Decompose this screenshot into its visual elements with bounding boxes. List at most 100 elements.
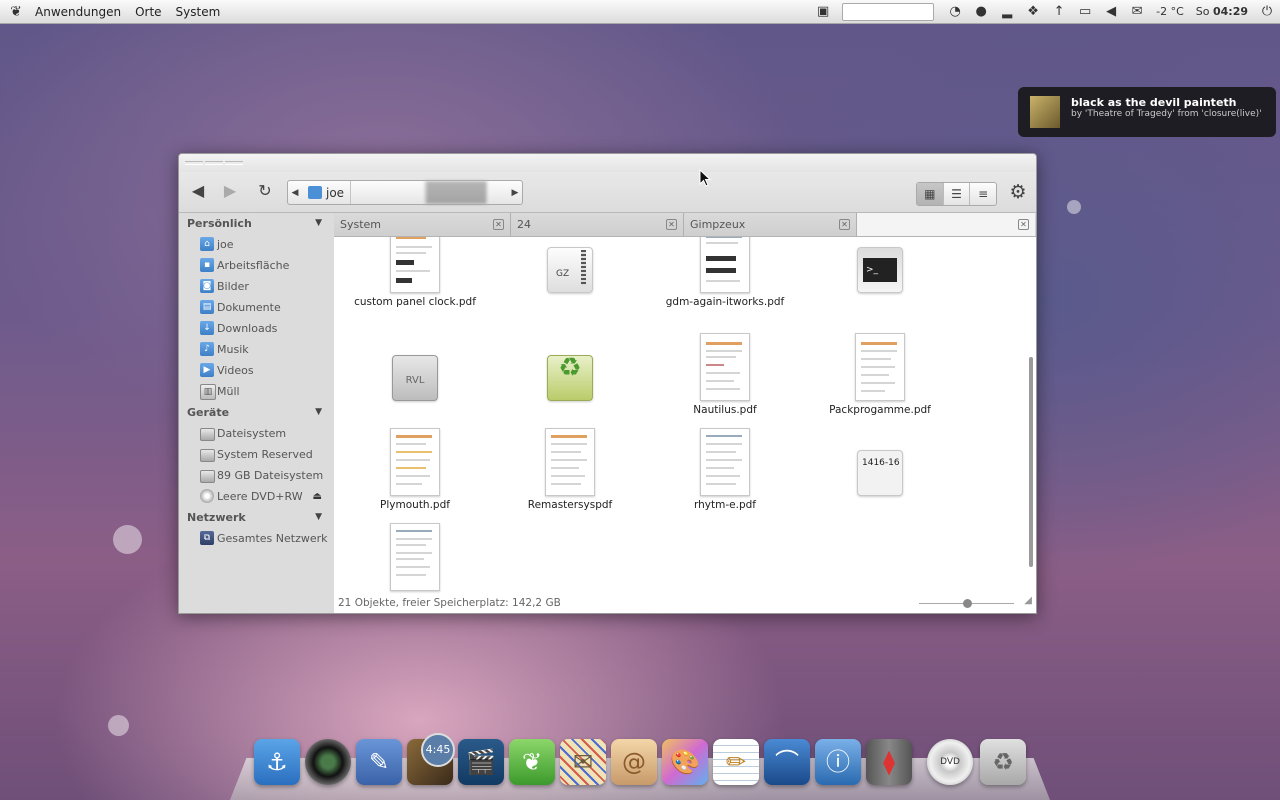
file-item[interactable]: ♻ <box>505 355 635 404</box>
sidebar-item-desktop[interactable]: ▪ Arbeitsfläche <box>179 255 334 276</box>
compact-view-button[interactable]: ≡ <box>970 183 996 205</box>
window-titlebar[interactable] <box>179 154 1036 172</box>
collapse-triangle-icon[interactable]: ▼ <box>315 402 322 423</box>
info-icon[interactable]: ⓘ <box>815 739 861 785</box>
photo-clock-icon[interactable]: 4:45 <box>407 733 455 785</box>
mail-icon[interactable]: ✉ <box>560 739 606 785</box>
clapper-icon[interactable]: 🎬 <box>458 739 504 785</box>
sidebar-section-personal[interactable]: Persönlich ▼ <box>179 213 334 234</box>
file-item[interactable]: RVL <box>350 355 480 404</box>
tab-gimpzeux[interactable]: Gimpzeux ✕ <box>684 213 857 236</box>
menu-applications[interactable]: Anwendungen <box>28 5 128 19</box>
sidebar-section-network[interactable]: Netzwerk ▼ <box>179 507 334 528</box>
close-icon[interactable]: ✕ <box>1018 219 1029 230</box>
documents-folder-icon: ▤ <box>200 300 214 314</box>
notification-body: by 'Theatre of Tragedy' from 'closure(li… <box>1071 109 1262 119</box>
pdf-thumbnail <box>390 237 440 293</box>
leaf-icon[interactable]: ❦ <box>509 739 555 785</box>
back-button[interactable]: ◀ <box>187 181 209 201</box>
sidebar-section-devices[interactable]: Geräte ▼ <box>179 402 334 423</box>
rss-icon[interactable]: ◔ <box>947 4 963 20</box>
eject-icon[interactable]: ⏏ <box>313 486 322 507</box>
icon-view-button[interactable]: ▦ <box>917 183 944 205</box>
file-item[interactable]: Nautilus.pdf <box>660 333 790 417</box>
clock-day: So <box>1195 5 1210 18</box>
battery-icon[interactable]: ▭ <box>1077 4 1093 20</box>
sidebar-item-videos[interactable]: ▶ Videos <box>179 360 334 381</box>
zoom-slider[interactable] <box>919 599 1014 608</box>
window-controls[interactable] <box>185 161 243 165</box>
forward-button[interactable]: ▶ <box>219 181 241 201</box>
zoom-slider-handle[interactable] <box>963 599 972 608</box>
usb-icon[interactable]: ↑ <box>1051 4 1067 20</box>
menu-system[interactable]: System <box>169 5 228 19</box>
camera-icon[interactable]: ​ <box>305 739 351 785</box>
weather-temperature[interactable]: -2 °C <box>1156 5 1184 18</box>
panel-search-input[interactable] <box>842 2 935 21</box>
power-icon[interactable]: ⏻ <box>1259 4 1275 20</box>
file-item[interactable]: 1416-16 <box>815 450 945 499</box>
dvd-icon <box>200 489 214 503</box>
notepad-icon[interactable]: ✏ <box>713 739 759 785</box>
chat-icon[interactable]: ● <box>973 4 989 20</box>
sidebar-item-music[interactable]: ♪ Musik <box>179 339 334 360</box>
file-item[interactable] <box>350 523 480 594</box>
sidebar-item-pictures[interactable]: ◙ Bilder <box>179 276 334 297</box>
file-item[interactable]: gdm-again-itworks.pdf <box>660 237 790 309</box>
suit-icon[interactable]: ⧫ <box>866 739 912 785</box>
gnome-foot-icon[interactable]: ❦ <box>8 4 24 20</box>
sidebar-item-home[interactable]: ⌂ joe <box>179 234 334 255</box>
file-item[interactable]: rhytm-e.pdf <box>660 428 790 512</box>
pen-icon[interactable]: ✎ <box>356 739 402 785</box>
tab-system[interactable]: System ✕ <box>334 213 511 236</box>
drive-icon <box>200 449 215 462</box>
trash-icon[interactable]: ♻ <box>980 739 1026 785</box>
close-icon[interactable]: ✕ <box>493 219 504 230</box>
shell-icon[interactable]: @ <box>611 739 657 785</box>
mail-icon[interactable]: ✉ <box>1129 4 1145 20</box>
file-item[interactable]: custom panel clock.pdf <box>350 237 480 309</box>
lock-icon[interactable]: ▣ <box>815 4 831 20</box>
file-item[interactable]: Remastersyspdf <box>505 428 635 512</box>
volume-icon[interactable]: ◀ <box>1103 4 1119 20</box>
clock[interactable]: So 04:29 <box>1196 5 1248 18</box>
list-view-button[interactable]: ☰ <box>944 183 971 205</box>
path-segment-current[interactable]: ​ <box>426 181 488 204</box>
sidebar-item-system-reserved[interactable]: System Reserved <box>179 444 334 465</box>
close-icon[interactable]: ✕ <box>839 219 850 230</box>
resize-grip-icon[interactable]: ◢ <box>1024 591 1032 610</box>
file-item[interactable]: >_ <box>815 247 945 296</box>
path-segment[interactable]: ​ <box>351 181 427 204</box>
sidebar-item-trash[interactable]: ▥ Müll <box>179 381 334 402</box>
path-segment-home[interactable]: joe <box>302 181 352 204</box>
tab-active[interactable]: ​✕ <box>857 213 1035 236</box>
reload-button[interactable]: ↻ <box>254 181 276 201</box>
file-item[interactable]: Packprogamme.pdf <box>815 333 945 417</box>
gear-icon[interactable]: ⚙ <box>1007 181 1029 203</box>
paint-icon[interactable]: 🎨 <box>662 739 708 785</box>
sidebar-item-89gb[interactable]: 89 GB Dateisystem <box>179 465 334 486</box>
anchor-icon[interactable]: ⚓ <box>254 739 300 785</box>
notification-bubble[interactable]: black as the devil painteth by 'Theatre … <box>1018 87 1276 137</box>
sidebar-item-downloads[interactable]: ↓ Downloads <box>179 318 334 339</box>
sidebar-item-network[interactable]: ⧉ Gesamtes Netzwerk <box>179 528 334 549</box>
sidebar-item-dvd[interactable]: Leere DVD+RW ⏏ <box>179 486 334 507</box>
dvd-icon[interactable]: DVD <box>927 739 973 785</box>
menu-places[interactable]: Orte <box>128 5 168 19</box>
path-scroll-left-button[interactable]: ◀ <box>288 188 302 198</box>
file-item[interactable]: Plymouth.pdf <box>350 428 480 512</box>
collapse-triangle-icon[interactable]: ▼ <box>315 213 322 234</box>
signal-icon[interactable]: ▂ <box>999 4 1015 20</box>
close-icon[interactable]: ✕ <box>666 219 677 230</box>
sidebar-item-filesystem[interactable]: Dateisystem <box>179 423 334 444</box>
collapse-triangle-icon[interactable]: ▼ <box>315 507 322 528</box>
tab-24[interactable]: 24 ✕ <box>511 213 684 236</box>
file-item[interactable]: GZ <box>505 247 635 296</box>
file-view[interactable]: custom panel clock.pdf GZ gdm-again-itwo… <box>334 237 1036 594</box>
network-icon: ⧉ <box>200 531 214 545</box>
vertical-scrollbar[interactable] <box>1029 357 1033 567</box>
path-scroll-right-button[interactable]: ▶ <box>508 188 522 198</box>
dropbox-icon[interactable]: ❖ <box>1025 4 1041 20</box>
network-icon[interactable]: ⌒ <box>764 739 810 785</box>
sidebar-item-documents[interactable]: ▤ Dokumente <box>179 297 334 318</box>
